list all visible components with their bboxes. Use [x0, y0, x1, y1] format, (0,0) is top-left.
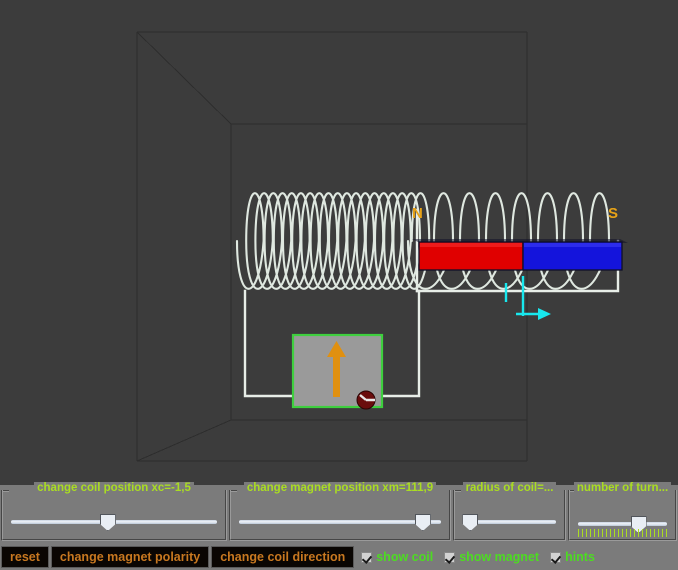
slider-tick [590, 529, 591, 537]
slider-tick [654, 529, 655, 537]
slider-track[interactable] [578, 522, 667, 526]
slider-tick [594, 529, 595, 537]
show-coil-checkbox[interactable]: show coil [361, 550, 433, 564]
slider-tick [602, 529, 603, 537]
slider-tick [630, 529, 631, 537]
slider-tick [598, 529, 599, 537]
slider-row: change coil position xc=-1,5 change magn… [0, 482, 678, 544]
scene-svg: N S [136, 31, 628, 462]
slider-tick [622, 529, 623, 537]
slider-track-area-change-coil-position[interactable] [11, 509, 217, 535]
magnet-south-label: S [608, 205, 618, 222]
bar-magnet[interactable] [412, 239, 628, 271]
slider-change-magnet-position[interactable]: change magnet position xm=111,9 [229, 482, 451, 541]
slider-tick [606, 529, 607, 537]
slider-tick [578, 529, 579, 537]
slider-thumb-change-coil-position[interactable] [99, 514, 116, 531]
checkbox-group: show coil show magnet hints [361, 550, 602, 564]
slider-tick [638, 529, 639, 537]
hints-label[interactable]: hints [565, 550, 595, 564]
slider-number-of-turns[interactable]: number of turn... [568, 482, 677, 541]
show-magnet-label[interactable]: show magnet [459, 550, 539, 564]
slider-thumb-radius-of-coil[interactable] [462, 514, 479, 531]
slider-tick [614, 529, 615, 537]
hints-checkbox[interactable]: hints [550, 550, 595, 564]
checkbox-box[interactable] [550, 551, 562, 563]
slider-change-coil-position[interactable]: change coil position xc=-1,5 [1, 482, 227, 541]
simulation-canvas[interactable]: N S [0, 0, 678, 485]
slider-radius-of-coil[interactable]: radius of coil=... [453, 482, 566, 541]
checkbox-box[interactable] [444, 551, 456, 563]
slider-tick [618, 529, 619, 537]
slider-track-area-radius-of-coil[interactable] [462, 509, 556, 535]
slider-tick [642, 529, 643, 537]
galvanometer[interactable] [291, 333, 384, 410]
checkbox-box[interactable] [361, 551, 373, 563]
slider-tick [626, 529, 627, 537]
slider-thumb-change-magnet-position[interactable] [414, 514, 431, 531]
slider-tick [586, 529, 587, 537]
slider-track-area-change-magnet-position[interactable] [239, 509, 441, 535]
slider-tick [582, 529, 583, 537]
control-panel: change coil position xc=-1,5 change magn… [0, 482, 678, 570]
slider-tick [666, 529, 667, 537]
button-row: reset change magnet polarity change coil… [0, 544, 678, 570]
slider-tick [658, 529, 659, 537]
slider-tick [646, 529, 647, 537]
slider-tick [650, 529, 651, 537]
slider-track[interactable] [239, 520, 441, 524]
slider-tick [610, 529, 611, 537]
magnet-north-label: N [412, 205, 423, 222]
reset-button[interactable]: reset [1, 546, 49, 568]
slider-tick [662, 529, 663, 537]
change-magnet-polarity-button[interactable]: change magnet polarity [50, 546, 210, 568]
show-coil-label[interactable]: show coil [376, 550, 433, 564]
slider-tick [634, 529, 635, 537]
change-coil-direction-button[interactable]: change coil direction [211, 546, 355, 568]
slider-ticks-number-of-turns [578, 529, 667, 538]
current-indicator [504, 276, 551, 320]
show-magnet-checkbox[interactable]: show magnet [444, 550, 539, 564]
